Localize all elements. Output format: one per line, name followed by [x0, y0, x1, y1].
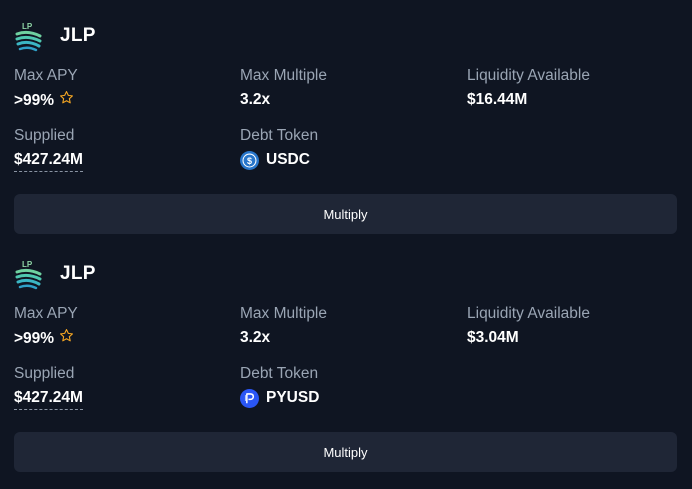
debt-token-value-row: PYUSD	[240, 388, 319, 408]
liquidity-label: Liquidity Available	[467, 305, 590, 322]
svg-text:$: $	[247, 155, 252, 165]
pyusd-coin-icon	[240, 388, 259, 408]
supplied-label: Supplied	[14, 127, 75, 144]
supplied-value-row: $427.24M	[14, 150, 83, 172]
liquidity-value: $16.44M	[467, 91, 528, 108]
star-icon[interactable]	[59, 328, 74, 349]
max-apy-stat: Max APY >99%	[14, 66, 78, 111]
supplied-value-row: $427.24M	[14, 388, 83, 410]
max-multiple-label: Max Multiple	[240, 305, 327, 322]
max-apy-value: >99%	[14, 329, 55, 347]
liquidity-label: Liquidity Available	[467, 67, 590, 84]
vault-card-jlp-usdc: LP JLP Max APY >99% Max Multiple 3.2x Li…	[14, 20, 677, 234]
debt-token-stat: Debt Token $ USDC	[240, 126, 318, 170]
debt-token-label: Debt Token	[240, 365, 319, 382]
token-name: JLP	[60, 263, 96, 284]
supplied-stat: Supplied $427.24M	[14, 126, 83, 172]
max-multiple-value: 3.2x	[240, 91, 271, 108]
vault-stats: Max APY >99% Max Multiple 3.2x Liquidity…	[14, 52, 677, 172]
card-header: LP JLP	[14, 258, 677, 290]
liquidity-value: $3.04M	[467, 329, 519, 346]
supplied-label: Supplied	[14, 365, 75, 382]
multiply-button[interactable]: Multiply	[14, 194, 677, 234]
jlp-logo-icon: LP	[14, 20, 44, 52]
vault-stats: Max APY >99% Max Multiple 3.2x Liquidity…	[14, 290, 677, 410]
debt-token-value-row: $ USDC	[240, 150, 318, 170]
max-multiple-stat: Max Multiple 3.2x	[240, 304, 327, 348]
svg-text:LP: LP	[22, 260, 33, 269]
max-apy-stat: Max APY >99%	[14, 304, 78, 349]
max-apy-value-row: >99%	[14, 328, 78, 349]
supplied-stat: Supplied $427.24M	[14, 364, 83, 410]
star-icon[interactable]	[59, 90, 74, 111]
max-multiple-stat: Max Multiple 3.2x	[240, 66, 327, 110]
liquidity-stat: Liquidity Available $3.04M	[467, 304, 590, 348]
debt-token-value: PYUSD	[266, 389, 320, 406]
token-name: JLP	[60, 25, 96, 46]
svg-text:LP: LP	[22, 22, 33, 31]
debt-token-label: Debt Token	[240, 127, 319, 144]
max-multiple-label: Max Multiple	[240, 67, 327, 84]
vault-list: LP JLP Max APY >99% Max Multiple 3.2x Li…	[0, 0, 692, 489]
vault-card-jlp-pyusd: LP JLP Max APY >99% Max Multiple 3.2x Li…	[14, 258, 677, 472]
debt-token-stat: Debt Token PYUSD	[240, 364, 319, 408]
multiply-button[interactable]: Multiply	[14, 432, 677, 472]
max-apy-value-row: >99%	[14, 90, 78, 111]
card-header: LP JLP	[14, 20, 677, 52]
liquidity-stat: Liquidity Available $16.44M	[467, 66, 590, 110]
supplied-value[interactable]: $427.24M	[14, 150, 83, 172]
jlp-logo-icon: LP	[14, 258, 44, 290]
debt-token-value: USDC	[266, 151, 310, 168]
max-multiple-value: 3.2x	[240, 329, 271, 346]
max-apy-label: Max APY	[14, 67, 78, 84]
max-apy-label: Max APY	[14, 305, 78, 322]
supplied-value[interactable]: $427.24M	[14, 388, 83, 410]
usdc-coin-icon: $	[240, 150, 259, 170]
max-apy-value: >99%	[14, 91, 55, 109]
